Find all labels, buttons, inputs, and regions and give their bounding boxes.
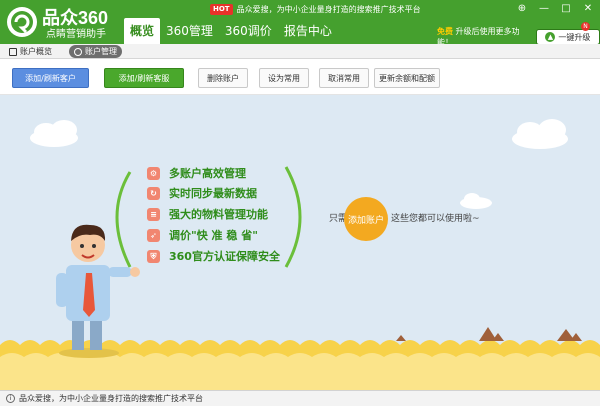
cloud-icon — [460, 193, 492, 209]
cancel-common-button[interactable]: 取消常用 — [319, 68, 369, 88]
sync-icon: ↻ — [147, 186, 160, 200]
delete-account-button[interactable]: 删除账户 — [198, 68, 248, 88]
update-balance-button[interactable]: 更新余额和配额 — [374, 68, 440, 88]
maximize-icon[interactable]: □ — [560, 3, 572, 14]
feature-item: ≡ 强大的物料管理功能 — [147, 206, 268, 222]
grid-icon — [9, 47, 17, 56]
feature-text: 实时同步最新数据 — [169, 187, 257, 200]
app-subbrand: 点睛营销助手 — [46, 29, 106, 40]
tab-report-center[interactable]: 报告中心 — [278, 18, 338, 44]
feature-item: ⛨ 360官方认证保障安全 — [147, 248, 280, 264]
upgrade-button[interactable]: ▲ 一键升级 — [535, 29, 600, 45]
upgrade-free: 免费 — [437, 27, 453, 36]
info-icon: i — [6, 394, 15, 403]
skin-icon[interactable]: ⊕ — [516, 3, 528, 14]
arrow-up-icon: ▲ — [545, 32, 556, 42]
tab-360-manage[interactable]: 360管理 — [160, 18, 219, 44]
toolbar: 添加/刷新客户 添加/刷新客服 删除账户 设为常用 取消常用 更新余额和配额 — [0, 59, 600, 95]
window-controls: ⊕ — □ ✕ — [516, 3, 594, 14]
feature-item: ↻ 实时同步最新数据 — [147, 185, 257, 201]
subnav-account-label: 账户管理 — [85, 47, 117, 56]
subnav-account-overview[interactable]: 账户概览 — [4, 45, 57, 58]
feature-text: 360官方认证保障安全 — [169, 250, 280, 263]
user-icon — [74, 47, 82, 56]
rocket-icon: ➶ — [147, 228, 160, 242]
cloud-icon — [512, 119, 568, 149]
status-bar: i 品众爱搜，为中小企业量身打造的搜索推广技术平台 — [0, 390, 600, 406]
main-tabs: 概览 360管理 360调价 报告中心 — [124, 18, 338, 44]
feature-text: 强大的物料管理功能 — [169, 208, 268, 221]
feature-text: 多账户高效管理 — [169, 167, 246, 180]
tab-360-bidding[interactable]: 360调价 — [219, 18, 278, 44]
title-bar: 品众360 点睛营销助手 HOT 品众爱搜，为中小企业量身打造的搜索推广技术平台… — [0, 0, 600, 47]
top-notice[interactable]: HOT 品众爱搜，为中小企业量身打造的搜索推广技术平台 — [210, 4, 421, 15]
cloud-icon — [30, 120, 78, 147]
feature-item: ➶ 调价"快 准 稳 省" — [147, 227, 258, 243]
sub-navigation: 账户概览 账户管理 — [0, 44, 600, 59]
minimize-icon[interactable]: — — [538, 3, 550, 14]
gears-icon: ⚙ — [147, 166, 160, 180]
add-account-button[interactable]: 添加账户 — [344, 197, 388, 241]
notice-text: 品众爱搜，为中小企业量身打造的搜索推广技术平台 — [236, 5, 421, 14]
add-refresh-customer-button[interactable]: 添加/刷新客户 — [12, 68, 89, 88]
set-common-button[interactable]: 设为常用 — [259, 68, 309, 88]
status-text: 品众爱搜，为中小企业量身打造的搜索推广技术平台 — [19, 394, 203, 403]
feature-text: 调价"快 准 稳 省" — [169, 229, 258, 242]
pyramid-icon — [396, 335, 406, 341]
shield-icon: ⛨ — [147, 249, 160, 263]
sand-wave — [0, 353, 600, 390]
layers-icon: ≡ — [147, 207, 160, 221]
scene-background — [0, 119, 600, 390]
subnav-account-manage[interactable]: 账户管理 — [69, 45, 122, 58]
welcome-illustration: ⚙ 多账户高效管理 ↻ 实时同步最新数据 ≡ 强大的物料管理功能 ➶ 调价"快 … — [0, 95, 600, 390]
bracket-left — [115, 171, 132, 268]
usage-hint-text: 这些您都可以使用啦~ — [391, 214, 480, 224]
bracket-right — [284, 166, 302, 268]
close-icon[interactable]: ✕ — [582, 3, 594, 14]
upgrade-button-label: 一键升级 — [558, 32, 591, 42]
app-logo-icon — [7, 7, 37, 37]
new-badge: N — [581, 22, 590, 31]
hot-badge: HOT — [210, 4, 233, 15]
tab-overview[interactable]: 概览 — [124, 18, 160, 44]
businessman-illustration — [56, 224, 140, 358]
feature-item: ⚙ 多账户高效管理 — [147, 165, 246, 181]
subnav-overview-label: 账户概览 — [20, 47, 52, 56]
add-refresh-service-button[interactable]: 添加/刷新客服 — [104, 68, 184, 88]
